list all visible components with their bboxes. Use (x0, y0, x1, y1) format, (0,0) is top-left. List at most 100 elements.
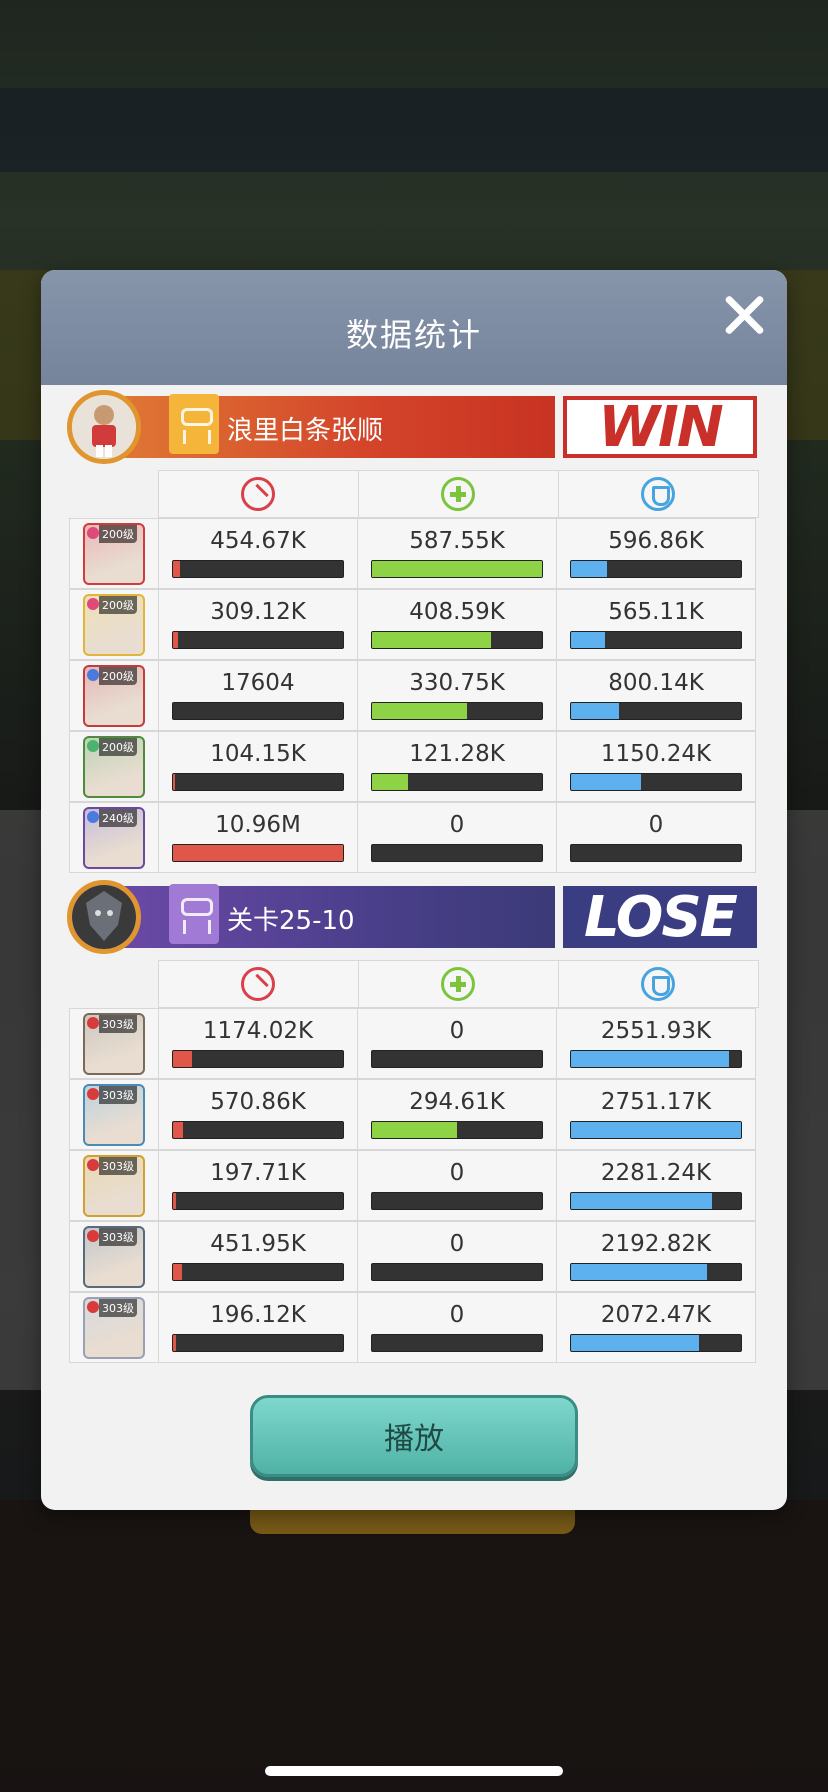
hero-portrait[interactable]: 240级 (83, 806, 145, 869)
hero-portrait[interactable]: 200级 (83, 522, 145, 585)
defense-value: 565.11K (608, 599, 704, 625)
team-name: 关卡25-10 (227, 906, 355, 936)
defense-bar (570, 1192, 742, 1210)
header-spacer (69, 470, 159, 518)
damage-cell: 1174.02K (158, 1008, 358, 1079)
defense-cell: 1150.24K (556, 731, 756, 802)
team-flag-icon (169, 884, 219, 944)
defense-cell: 565.11K (556, 589, 756, 660)
heal-bar-fill (372, 703, 468, 719)
rarity-gem-icon (87, 1087, 99, 1100)
defense-bar-fill (571, 1193, 713, 1209)
damage-bar-fill (173, 1051, 192, 1067)
hero-portrait[interactable]: 303级 (83, 1083, 145, 1146)
damage-cell: 196.12K (158, 1292, 358, 1363)
defense-bar (570, 702, 742, 720)
hero-level: 200级 (99, 737, 137, 756)
heal-bar (371, 1050, 543, 1068)
damage-value: 309.12K (210, 599, 306, 625)
stats-header-row (69, 960, 759, 1008)
team-banner-win: 浪里白条张顺 WIN (41, 390, 787, 464)
hero-level: 200级 (99, 595, 137, 614)
hero-level: 200级 (99, 524, 137, 543)
modal-title: 数据统计 (345, 316, 482, 354)
hero-stats-row: 240级 10.96M 0 0 (69, 802, 759, 873)
heal-value: 121.28K (409, 741, 505, 767)
damage-value: 104.15K (210, 741, 306, 767)
result-lose-badge: LOSE (563, 885, 757, 950)
heal-bar (371, 773, 543, 791)
heal-cell: 0 (357, 1292, 557, 1363)
hero-level: 303级 (99, 1085, 137, 1104)
hero-portrait[interactable]: 200级 (83, 664, 145, 727)
defense-cell: 2751.17K (556, 1079, 756, 1150)
damage-cell: 10.96M (158, 802, 358, 873)
heal-value: 330.75K (409, 670, 505, 696)
damage-bar (172, 1263, 344, 1281)
defense-bar-fill (571, 632, 605, 648)
heal-bar (371, 1192, 543, 1210)
defense-bar-fill (571, 561, 607, 577)
defense-cell: 2192.82K (556, 1221, 756, 1292)
damage-bar (172, 1334, 344, 1352)
hero-stats-row: 303级 451.95K 0 2192.82K (69, 1221, 759, 1292)
rarity-gem-icon (87, 1016, 99, 1029)
heal-bar-fill (372, 632, 491, 648)
team-flag-icon (169, 394, 219, 454)
heal-bar (371, 1334, 543, 1352)
hero-stats-row: 200级 454.67K 587.55K 596.86K (69, 518, 759, 589)
home-indicator[interactable] (265, 1766, 563, 1776)
hero-stats-row: 303级 197.71K 0 2281.24K (69, 1150, 759, 1221)
heal-bar (371, 844, 543, 862)
player-avatar[interactable] (67, 390, 141, 464)
hero-portrait[interactable]: 200级 (83, 735, 145, 798)
stat-header-cell (357, 960, 559, 1008)
close-button[interactable] (719, 290, 769, 340)
heal-cell: 0 (357, 802, 557, 873)
defense-cell: 2551.93K (556, 1008, 756, 1079)
defense-value: 2751.17K (600, 1089, 712, 1115)
rarity-gem-icon (87, 526, 99, 539)
stat-header-cell (557, 960, 759, 1008)
damage-value: 1174.02K (202, 1018, 314, 1044)
defense-bar (570, 1263, 742, 1281)
defense-bar (570, 631, 742, 649)
damage-bar-fill (173, 845, 343, 861)
defense-value: 2551.93K (600, 1018, 712, 1044)
play-button[interactable]: 播放 (250, 1395, 578, 1477)
rarity-gem-icon (87, 668, 99, 681)
hero-portrait-cell: 200级 (69, 660, 159, 731)
defense-bar (570, 773, 742, 791)
defense-bar-fill (571, 1335, 699, 1351)
hero-portrait-cell: 200级 (69, 589, 159, 660)
hero-stats-row: 303级 1174.02K 0 2551.93K (69, 1008, 759, 1079)
heal-icon (441, 967, 476, 1001)
heal-bar-fill (372, 561, 542, 577)
damage-bar-fill (173, 1264, 182, 1280)
hero-stats-row: 200级 309.12K 408.59K 565.11K (69, 589, 759, 660)
rarity-gem-icon (87, 1300, 99, 1313)
hero-portrait[interactable]: 303级 (83, 1225, 145, 1288)
hero-portrait[interactable]: 303级 (83, 1154, 145, 1217)
damage-cell: 17604 (158, 660, 358, 731)
hero-portrait[interactable]: 200级 (83, 593, 145, 656)
damage-cell: 451.95K (158, 1221, 358, 1292)
defense-bar-fill (571, 703, 619, 719)
stat-header-cell (557, 470, 759, 518)
heal-value: 408.59K (409, 599, 505, 625)
defense-value: 596.86K (608, 528, 704, 554)
hero-portrait[interactable]: 303级 (83, 1296, 145, 1359)
defense-cell: 0 (556, 802, 756, 873)
stat-header-cell (357, 470, 559, 518)
heal-bar (371, 1121, 543, 1139)
heal-cell: 121.28K (357, 731, 557, 802)
enemy-avatar[interactable] (67, 880, 141, 954)
heal-bar-fill (372, 1122, 457, 1138)
heal-cell: 408.59K (357, 589, 557, 660)
attack-icon (241, 967, 276, 1001)
damage-bar (172, 773, 344, 791)
damage-value: 570.86K (210, 1089, 306, 1115)
heal-value: 294.61K (409, 1089, 505, 1115)
hero-portrait[interactable]: 303级 (83, 1012, 145, 1075)
defense-value: 0 (648, 812, 664, 838)
